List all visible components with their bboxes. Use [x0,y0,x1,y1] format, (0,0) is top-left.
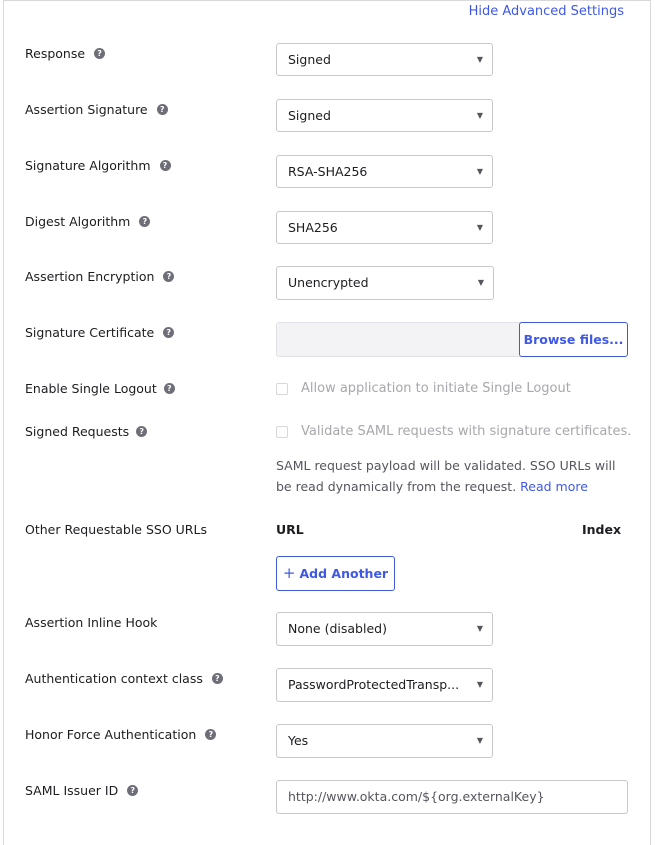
help-icon[interactable]: ? [163,383,175,394]
force-auth-label-text: Honor Force Authentication [25,727,197,742]
assertion-signature-select[interactable]: Signed ▼ [276,99,493,132]
digest-algorithm-select-value: SHA256 [288,220,338,235]
force-auth-select-value: Yes [288,733,309,748]
response-label-text: Response [25,46,86,61]
auth-context-select[interactable]: PasswordProtectedTransp... ▼ [276,668,493,702]
help-icon[interactable]: ? [136,426,148,437]
help-icon[interactable]: ? [94,48,106,59]
chevron-down-icon: ▼ [476,167,483,176]
signature-algorithm-label: Signature Algorithm ? [25,158,171,173]
signature-algorithm-select[interactable]: RSA-SHA256 ▼ [276,155,493,188]
force-auth-select[interactable]: Yes ▼ [276,724,493,758]
signed-requests-checkbox-label: Validate SAML requests with signature ce… [301,424,632,439]
signature-certificate-label-text: Signature Certificate [25,325,155,340]
inline-hook-label-text: Assertion Inline Hook [25,615,158,630]
read-more-link[interactable]: Read more [520,479,588,494]
assertion-signature-select-value: Signed [288,108,331,123]
auth-context-label-text: Authentication context class [25,671,203,686]
single-logout-checkbox-label: Allow application to initiate Single Log… [301,381,571,396]
auth-context-select-value: PasswordProtectedTransp... [288,677,460,692]
browse-files-button[interactable]: Browse files... [519,322,628,357]
single-logout-option: Allow application to initiate Single Log… [276,381,571,396]
signed-requests-option: Validate SAML requests with signature ce… [276,424,631,439]
response-label: Response ? [25,46,106,61]
index-column-header: Index [582,522,622,537]
digest-algorithm-label: Digest Algorithm ? [25,214,151,229]
chevron-down-icon: ▼ [476,680,483,689]
issuer-id-label-text: SAML Issuer ID [25,783,119,798]
auth-context-label: Authentication context class ? [25,671,223,686]
chevron-down-icon: ▼ [476,55,483,64]
signed-requests-label: Signed Requests ? [25,424,148,439]
signature-certificate-upload: Browse files... [276,322,628,357]
plus-icon: + [282,564,296,582]
assertion-encryption-select-value: Unencrypted [288,275,369,290]
help-icon[interactable]: ? [211,673,223,684]
chevron-down-icon: ▼ [476,111,483,120]
add-another-label: Add Another [299,566,389,581]
inline-hook-select[interactable]: None (disabled) ▼ [276,612,493,646]
help-icon[interactable]: ? [163,271,175,282]
digest-algorithm-select[interactable]: SHA256 ▼ [276,211,493,244]
assertion-signature-label: Assertion Signature ? [25,102,168,117]
assertion-encryption-select[interactable]: Unencrypted ▼ [276,266,494,300]
help-icon[interactable]: ? [139,216,151,227]
other-sso-urls-label-text: Other Requestable SSO URLs [25,522,207,537]
signature-certificate-label: Signature Certificate ? [25,325,175,340]
signed-requests-note: SAML request payload will be validated. … [276,455,626,497]
signed-requests-label-text: Signed Requests [25,424,130,439]
force-auth-label: Honor Force Authentication ? [25,727,217,742]
signed-requests-checkbox[interactable] [276,425,288,438]
response-select-value: Signed [288,52,331,67]
chevron-down-icon: ▼ [476,624,483,633]
single-logout-label-text: Enable Single Logout [25,381,157,396]
other-sso-urls-label: Other Requestable SSO URLs [25,522,207,537]
help-icon[interactable]: ? [127,785,139,796]
help-icon[interactable]: ? [205,729,217,740]
response-select[interactable]: Signed ▼ [276,43,493,76]
certificate-file-field[interactable] [276,322,521,357]
hide-advanced-settings-link[interactable]: Hide Advanced Settings [469,4,624,19]
url-column-header: URL [276,522,304,537]
assertion-signature-label-text: Assertion Signature [25,102,148,117]
single-logout-checkbox[interactable] [276,382,288,395]
digest-algorithm-label-text: Digest Algorithm [25,214,131,229]
help-icon[interactable]: ? [163,327,175,338]
inline-hook-select-value: None (disabled) [288,621,387,636]
inline-hook-label: Assertion Inline Hook [25,615,157,630]
single-logout-label: Enable Single Logout ? [25,381,175,396]
signature-algorithm-select-value: RSA-SHA256 [288,164,368,179]
assertion-encryption-label: Assertion Encryption ? [25,269,175,284]
issuer-id-input[interactable]: http://www.okta.com/${org.externalKey} [276,780,628,814]
chevron-down-icon: ▼ [476,223,483,232]
help-icon[interactable]: ? [156,104,168,115]
help-icon[interactable]: ? [159,160,171,171]
assertion-encryption-label-text: Assertion Encryption [25,269,155,284]
chevron-down-icon: ▼ [477,278,484,287]
signature-algorithm-label-text: Signature Algorithm [25,158,151,173]
add-another-button[interactable]: + Add Another [276,556,395,591]
chevron-down-icon: ▼ [476,736,483,745]
issuer-id-label: SAML Issuer ID ? [25,783,139,798]
